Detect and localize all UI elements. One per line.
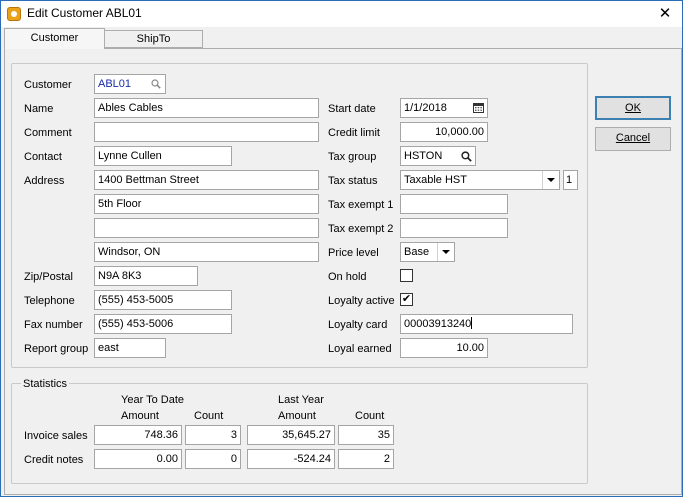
address-label: Address bbox=[24, 175, 65, 187]
zip-label: Zip/Postal bbox=[24, 271, 73, 283]
tab-customer-label: Customer bbox=[30, 32, 79, 44]
tax-status-select[interactable]: Taxable HST bbox=[400, 170, 560, 190]
address-line-2-input[interactable]: 5th Floor bbox=[94, 194, 319, 214]
chevron-down-icon[interactable] bbox=[542, 171, 559, 189]
last-year-count-header: Count bbox=[355, 410, 385, 422]
fax-input[interactable]: (555) 453-5006 bbox=[94, 314, 232, 334]
name-label: Name bbox=[24, 103, 54, 115]
telephone-label: Telephone bbox=[24, 295, 75, 307]
close-icon: ✕ bbox=[658, 5, 672, 22]
window-title: Edit Customer ABL01 bbox=[27, 6, 142, 20]
start-date-label: Start date bbox=[328, 103, 376, 115]
price-level-select[interactable]: Base bbox=[400, 242, 455, 262]
tax-group-input[interactable]: HSTON bbox=[400, 146, 476, 166]
app-icon bbox=[7, 7, 21, 21]
tax-group-value: HSTON bbox=[404, 150, 443, 162]
contact-input[interactable]: Lynne Cullen bbox=[94, 146, 232, 166]
loyalty-active-checkbox[interactable]: ✔ bbox=[400, 293, 413, 306]
customer-label: Customer bbox=[24, 79, 72, 91]
loyalty-card-label: Loyalty card bbox=[328, 319, 388, 331]
fax-label: Fax number bbox=[24, 319, 83, 331]
zip-input[interactable]: N9A 8K3 bbox=[94, 266, 198, 286]
loyalty-card-input[interactable]: 00003913240 bbox=[400, 314, 573, 334]
start-date-value: 1/1/2018 bbox=[404, 102, 447, 114]
start-date-input[interactable]: 1/1/2018 bbox=[400, 98, 488, 118]
credit-limit-label: Credit limit bbox=[328, 127, 380, 139]
magnifier-icon[interactable] bbox=[147, 75, 165, 93]
on-hold-label: On hold bbox=[328, 271, 367, 283]
customer-code-field[interactable]: ABL01 bbox=[94, 74, 166, 94]
ytd-header: Year To Date bbox=[121, 394, 184, 406]
comment-label: Comment bbox=[24, 127, 72, 139]
tax-exempt-2-label: Tax exempt 2 bbox=[328, 223, 394, 235]
address-line-3-input[interactable] bbox=[94, 218, 319, 238]
credit-notes-ytd-count: 0 bbox=[185, 449, 241, 469]
tax-exempt-2-input[interactable] bbox=[400, 218, 508, 238]
tax-status-value: Taxable HST bbox=[404, 174, 467, 186]
loyal-earned-label: Loyal earned bbox=[328, 343, 392, 355]
loyalty-card-value: 00003913240 bbox=[404, 318, 472, 330]
cancel-button-label: Cancel bbox=[615, 132, 651, 144]
contact-label: Contact bbox=[24, 151, 62, 163]
title-bar: Edit Customer ABL01 ✕ bbox=[1, 1, 682, 27]
credit-notes-ly-count: 2 bbox=[338, 449, 394, 469]
loyal-earned-input[interactable]: 10.00 bbox=[400, 338, 488, 358]
tab-shipto-label: ShipTo bbox=[136, 33, 171, 45]
comment-input[interactable] bbox=[94, 122, 319, 142]
invoice-sales-ytd-amount: 748.36 bbox=[94, 425, 182, 445]
tax-exempt-1-label: Tax exempt 1 bbox=[328, 199, 394, 211]
invoice-sales-ly-amount: 35,645.27 bbox=[247, 425, 335, 445]
tab-customer[interactable]: Customer bbox=[4, 28, 105, 49]
customer-code-value: ABL01 bbox=[98, 78, 132, 90]
text-caret bbox=[471, 317, 473, 329]
calendar-icon[interactable] bbox=[469, 99, 487, 117]
report-group-label: Report group bbox=[24, 343, 89, 355]
address-line-4-input[interactable]: Windsor, ON bbox=[94, 242, 319, 262]
statistics-title: Statistics bbox=[21, 377, 70, 391]
tax-exempt-1-input[interactable] bbox=[400, 194, 508, 214]
ok-button-label: OK bbox=[625, 102, 641, 114]
price-level-label: Price level bbox=[328, 247, 379, 259]
chevron-down-icon[interactable] bbox=[437, 243, 454, 261]
on-hold-checkbox[interactable] bbox=[400, 269, 413, 282]
invoice-sales-ytd-count: 3 bbox=[185, 425, 241, 445]
ok-button[interactable]: OK bbox=[595, 96, 671, 120]
last-year-amount-header: Amount bbox=[278, 410, 316, 422]
address-line-1-input[interactable]: 1400 Bettman Street bbox=[94, 170, 319, 190]
close-button[interactable]: ✕ bbox=[648, 1, 682, 27]
ytd-amount-header: Amount bbox=[121, 410, 159, 422]
telephone-input[interactable]: (555) 453-5005 bbox=[94, 290, 232, 310]
tax-group-label: Tax group bbox=[328, 151, 377, 163]
edit-customer-dialog: Edit Customer ABL01 ✕ Customer ShipTo Cu… bbox=[0, 0, 683, 497]
loyalty-active-label: Loyalty active bbox=[328, 295, 395, 307]
name-input[interactable]: Ables Cables bbox=[94, 98, 319, 118]
credit-limit-input[interactable]: 10,000.00 bbox=[400, 122, 488, 142]
last-year-header: Last Year bbox=[278, 394, 324, 406]
report-group-input[interactable]: east bbox=[94, 338, 166, 358]
magnifier-icon[interactable] bbox=[457, 147, 475, 165]
credit-notes-ytd-amount: 0.00 bbox=[94, 449, 182, 469]
invoice-sales-label: Invoice sales bbox=[24, 430, 88, 442]
cancel-button[interactable]: Cancel bbox=[595, 127, 671, 151]
credit-notes-ly-amount: -524.24 bbox=[247, 449, 335, 469]
tax-status-label: Tax status bbox=[328, 175, 378, 187]
tab-shipto[interactable]: ShipTo bbox=[104, 30, 203, 48]
tax-status-code: 1 bbox=[563, 170, 578, 190]
credit-notes-label: Credit notes bbox=[24, 454, 84, 466]
checkmark-icon: ✔ bbox=[401, 293, 412, 305]
price-level-value: Base bbox=[404, 246, 430, 258]
ytd-count-header: Count bbox=[194, 410, 224, 422]
invoice-sales-ly-count: 35 bbox=[338, 425, 394, 445]
